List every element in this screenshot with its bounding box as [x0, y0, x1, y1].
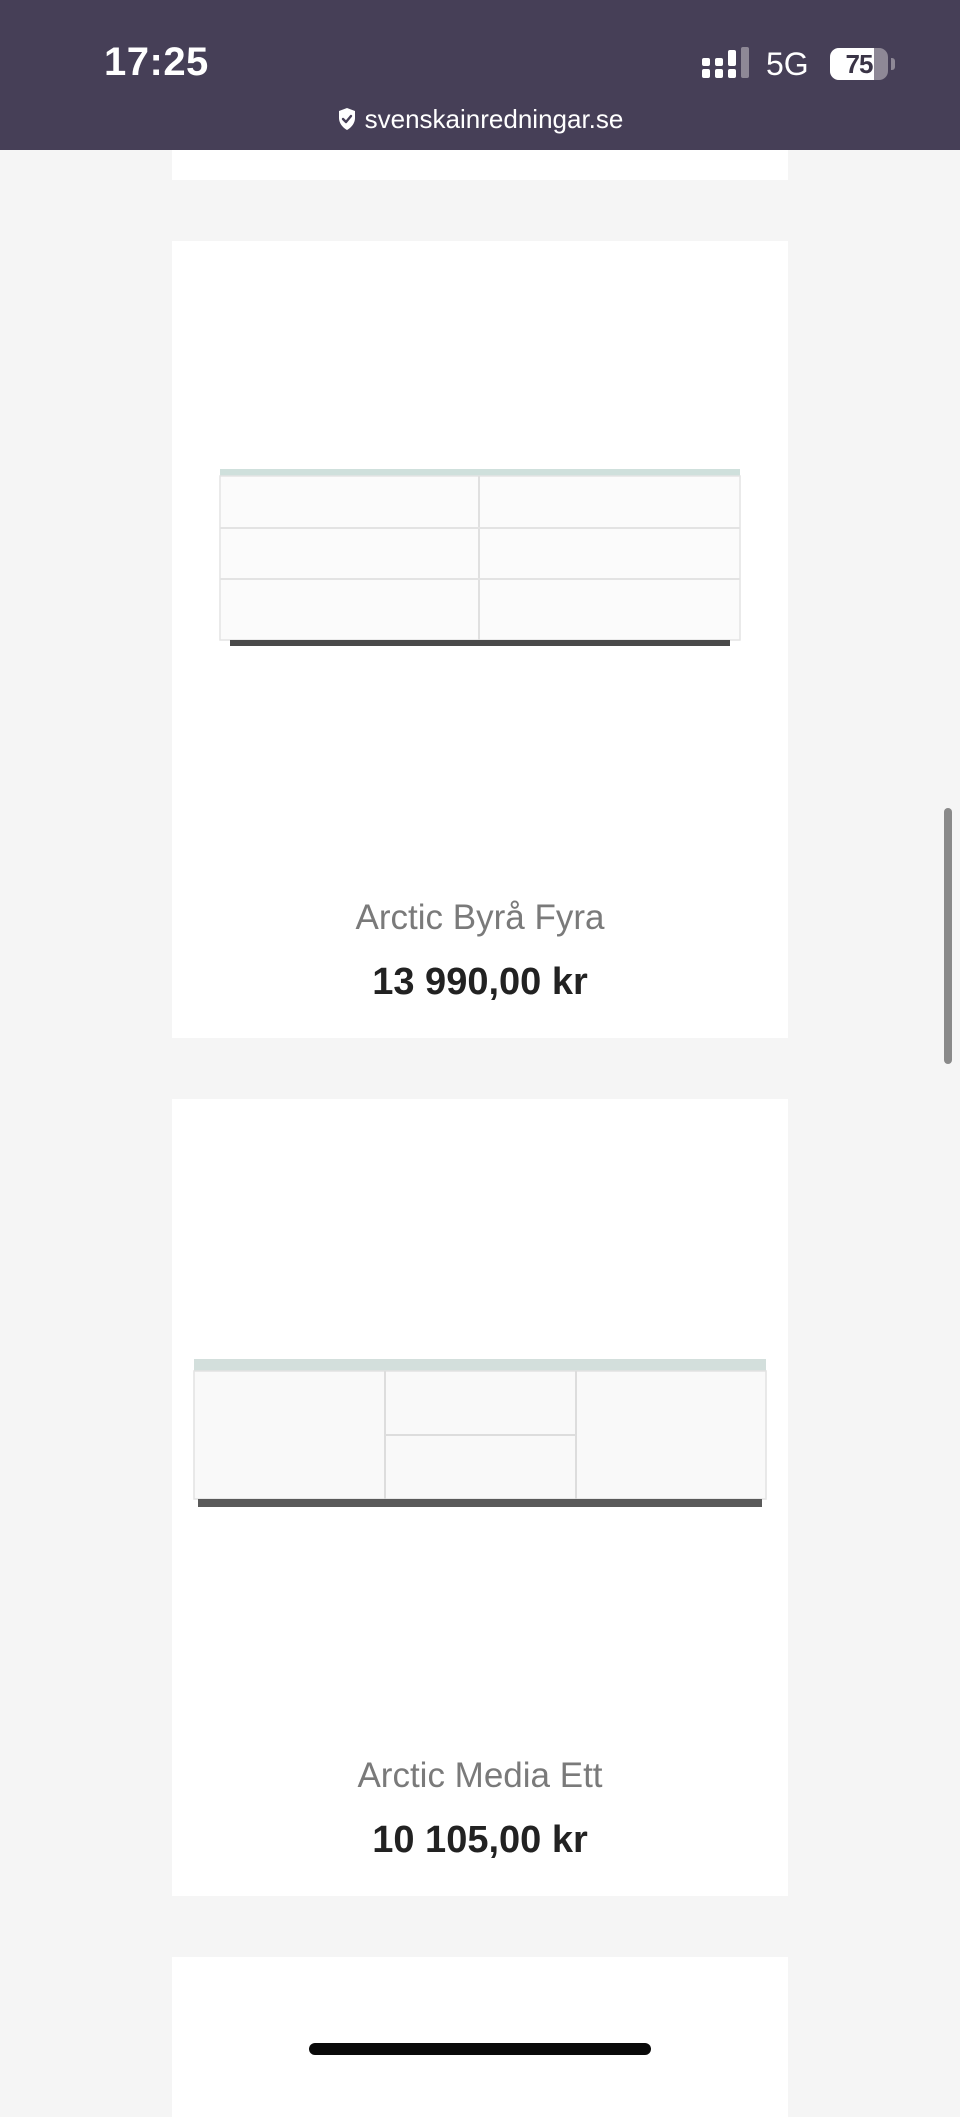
product-name[interactable]: Arctic Media Ett: [172, 1756, 788, 1796]
home-indicator[interactable]: [309, 2043, 651, 2055]
product-price: 13 990,00 kr: [372, 961, 588, 1003]
battery-icon: 75: [830, 48, 888, 80]
battery-cap: [891, 58, 895, 70]
battery-level: 75: [845, 49, 874, 79]
network-type: 5G: [766, 46, 809, 82]
address-bar[interactable]: svenskainredningar.se: [0, 104, 960, 135]
status-time: 17:25: [104, 40, 209, 84]
product-card[interactable]: Arctic Byrå Fyra 13 990,00 kr: [172, 241, 788, 1038]
product-card-next[interactable]: [172, 1957, 788, 2117]
product-price: 10 105,00 kr: [372, 1819, 588, 1861]
scrollbar[interactable]: [944, 808, 952, 1064]
status-bar: 17:25 5G 75 svenskainredningar.se: [0, 0, 960, 150]
product-name[interactable]: Arctic Byrå Fyra: [172, 898, 788, 938]
product-image-chest-of-drawers[interactable]: [172, 241, 788, 841]
product-card[interactable]: Arctic Media Ett 10 105,00 kr: [172, 1099, 788, 1896]
product-image-media-bench[interactable]: [172, 1099, 788, 1699]
product-card-previous[interactable]: [172, 150, 788, 180]
cellular-signal-icon: [702, 47, 749, 78]
url-text: svenskainredningar.se: [364, 104, 624, 134]
shield-check-icon: [338, 108, 355, 130]
